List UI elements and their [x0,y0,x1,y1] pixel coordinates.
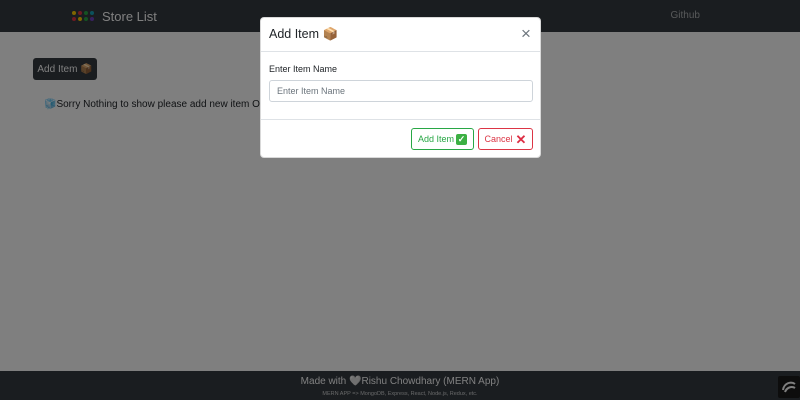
cross-mark-icon: ✕ [515,131,527,147]
submit-add-item-button[interactable]: Add Item ✓ [411,128,474,150]
modal-header: Add Item 📦 × [261,18,540,52]
add-button-label: Add Item [417,134,455,144]
close-icon[interactable]: × [519,25,533,42]
check-mark-icon: ✓ [456,133,468,145]
modal-footer-divider [261,119,540,120]
add-item-modal: Add Item 📦 × Enter Item Name Add Item ✓ … [260,17,541,158]
item-name-label: Enter Item Name [269,64,338,74]
item-name-input[interactable] [269,80,533,102]
cancel-button[interactable]: Cancel ✕ [478,128,533,150]
cancel-button-label: Cancel [484,134,513,144]
modal-title: Add Item 📦 [269,27,339,41]
